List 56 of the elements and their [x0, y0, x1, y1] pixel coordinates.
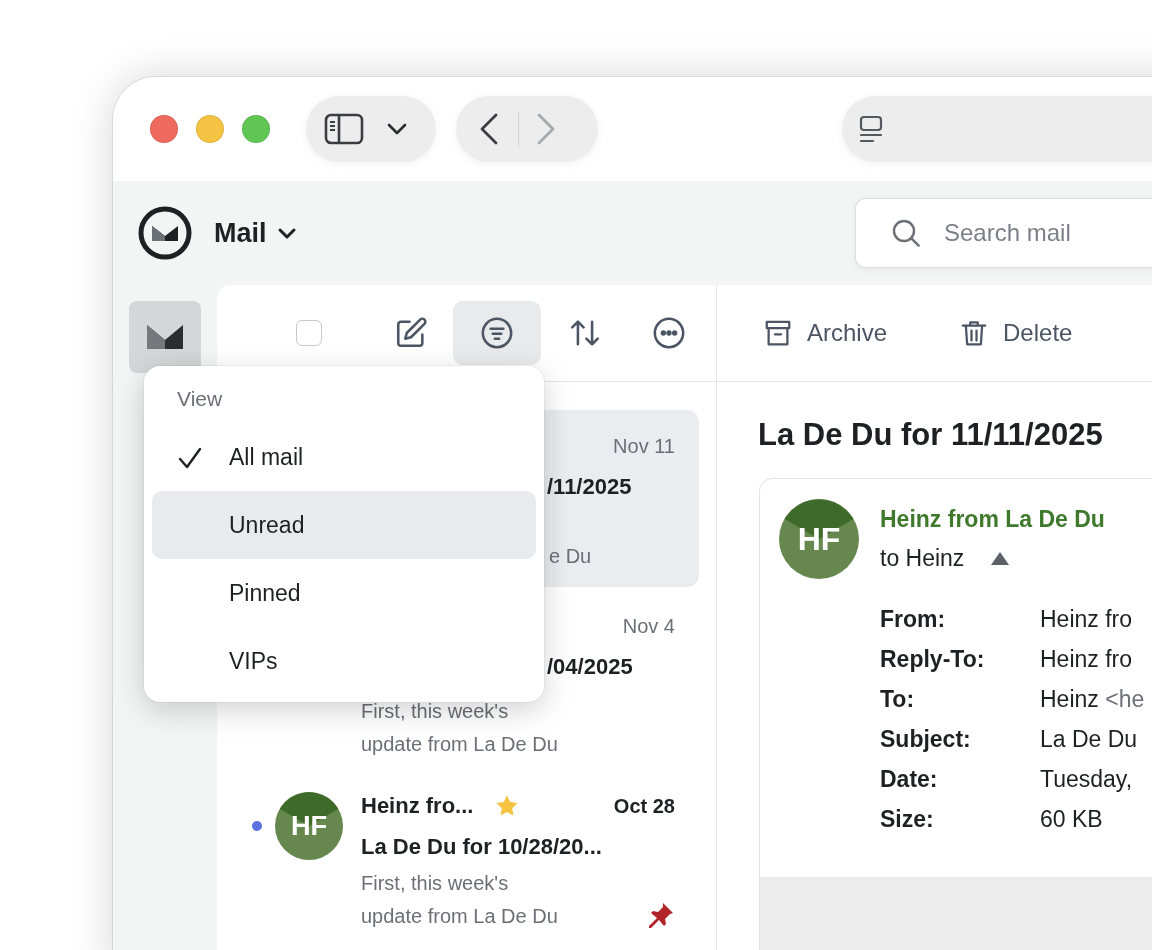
menu-heading: View [176, 386, 224, 412]
search-field[interactable]: Search mail [855, 198, 1152, 268]
detail-value: La De Du [1040, 725, 1139, 754]
recipient-text: to Heinz [880, 544, 965, 572]
detail-label: From: [880, 605, 947, 634]
menu-item[interactable]: Unread [152, 491, 536, 559]
message-preview: First, this week's update from La De Du [361, 699, 559, 757]
avatar: HF [275, 792, 343, 860]
chevron-down-icon[interactable] [386, 122, 408, 136]
menu-item[interactable]: Pinned [152, 559, 536, 627]
compose-icon [394, 316, 428, 350]
chevron-down-icon [276, 226, 297, 240]
message-subject: La De Du for 10/28/20... [361, 833, 603, 861]
detail-value: Heinz <he [1040, 685, 1145, 714]
search-input[interactable]: Search mail [942, 198, 1152, 268]
mailbox-button[interactable] [129, 301, 201, 373]
search-icon [890, 217, 922, 249]
detail-value: Tuesday, [1040, 765, 1134, 794]
detail-label: To: [880, 685, 916, 714]
filter-icon [480, 316, 514, 350]
message-date: Oct 28 [613, 794, 675, 818]
message-subject: /04/2025 [546, 653, 634, 681]
message-preview: e Du [548, 544, 593, 569]
message-date: Nov 4 [622, 614, 675, 638]
detail-label: Size: [880, 805, 935, 834]
message-title: La De Du for 11/11/2025 [758, 416, 1104, 454]
pushpin-icon[interactable] [647, 901, 675, 929]
back-button[interactable] [478, 112, 500, 146]
detail-value: Heinz fro [1040, 605, 1134, 634]
more-icon [652, 316, 686, 350]
star-icon[interactable] [495, 794, 520, 818]
account-menu[interactable]: Mail [192, 217, 297, 249]
delete-button[interactable]: Delete [959, 317, 1073, 349]
detail-value: 60 KB [1040, 805, 1104, 834]
select-all-checkbox[interactable] [296, 320, 322, 346]
sender-name: Heinz from La De Du [880, 505, 1106, 534]
message-date: Nov 11 [613, 434, 675, 458]
message-subject: /11/2025 [546, 473, 633, 501]
sender-name: Heinz fro... [361, 793, 474, 819]
details-toggle[interactable] [990, 550, 1011, 566]
menu-item[interactable]: All mail [152, 423, 536, 491]
page-icon [858, 114, 884, 144]
sidebar-icon[interactable] [324, 113, 364, 145]
message-preview: First, this week's update from La De Du [361, 871, 559, 929]
envelope-icon [146, 324, 184, 350]
close-button[interactable] [150, 115, 178, 143]
detail-label: Reply-To: [880, 645, 986, 674]
app-logo [138, 206, 192, 260]
message-row[interactable]: HF Heinz fro... Oct 28 La De Du for 10/28/20... First, this week's update from La De Du [233, 770, 699, 947]
avatar: HF [779, 499, 859, 579]
detail-label: Date: [880, 765, 939, 794]
detail-label: Subject: [880, 725, 972, 754]
archive-button[interactable]: Archive [763, 317, 888, 349]
menu-item[interactable]: VIPs [152, 627, 536, 695]
detail-value: Heinz fro [1040, 645, 1134, 674]
filter-button[interactable] [453, 301, 541, 365]
